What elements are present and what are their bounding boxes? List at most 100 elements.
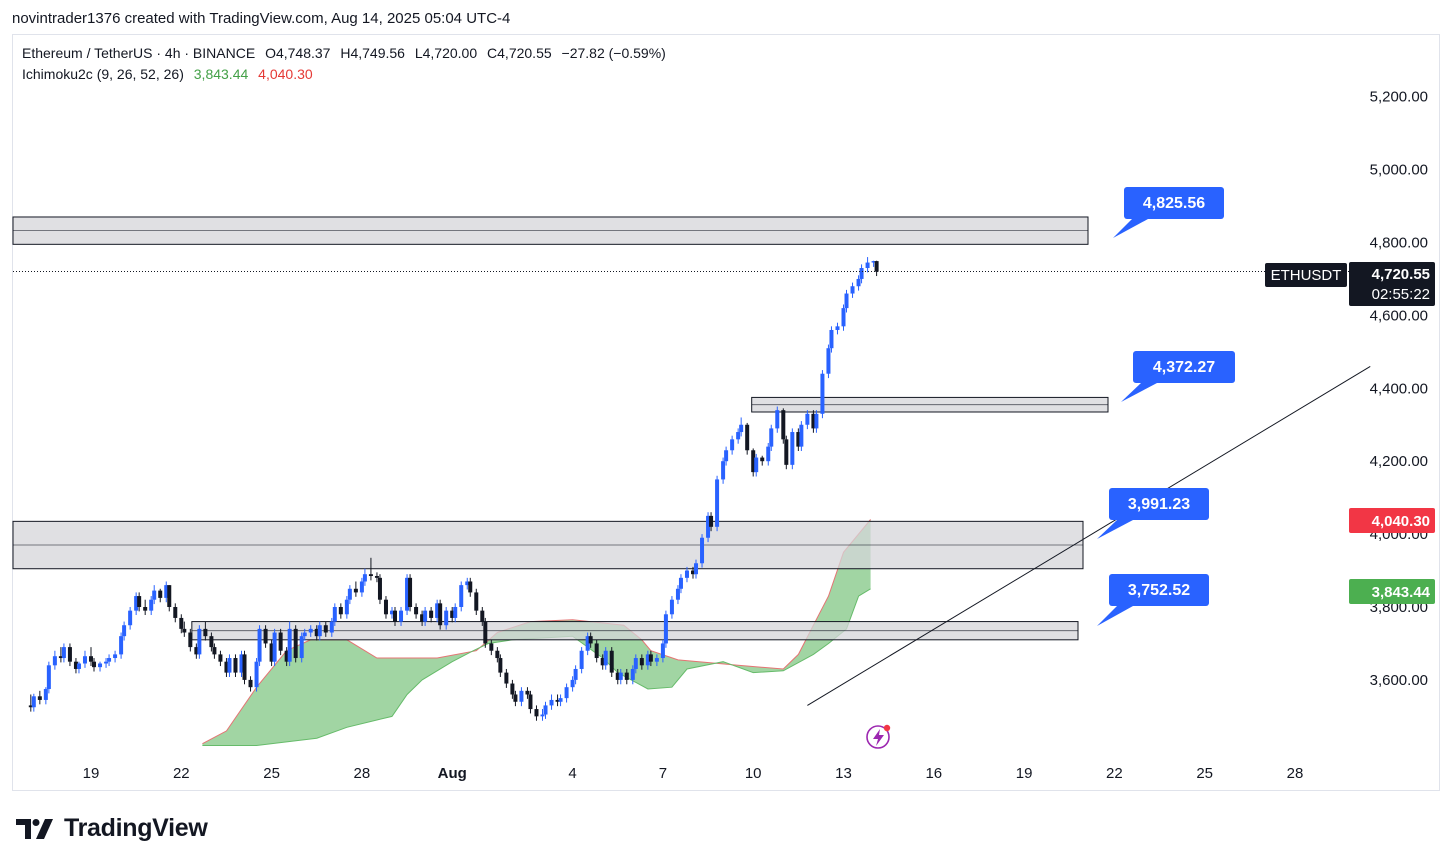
- x-tick-label: 28: [1287, 765, 1304, 782]
- x-tick-label: 19: [1016, 765, 1033, 782]
- candle-body-126: [660, 643, 665, 659]
- candle-body-91: [483, 621, 488, 644]
- candle-body-40: [227, 658, 232, 673]
- candle-body-56: [308, 628, 313, 633]
- candle-body-127: [663, 614, 668, 644]
- candle-body-158: [820, 373, 825, 414]
- candle-body-47: [263, 628, 268, 644]
- candle-body-60: [329, 621, 334, 633]
- candle-body-11: [82, 656, 87, 664]
- candle-body-102: [540, 714, 545, 717]
- candle-body-148: [769, 428, 774, 447]
- candle-body-159: [826, 348, 831, 374]
- candle-body-73: [393, 610, 398, 622]
- candle-body-36: [209, 636, 214, 648]
- candle-body-3: [43, 689, 48, 700]
- candle-body-79: [423, 610, 428, 622]
- legend-indicator-value-1: 3,843.44: [193, 66, 249, 82]
- candle-body-152: [790, 432, 795, 465]
- callout-label-2: 4,372.27: [1153, 359, 1215, 376]
- y-tick-label: 3,600.00: [1370, 672, 1428, 689]
- candle-body-23: [143, 607, 148, 611]
- candle-body-76: [408, 577, 413, 607]
- callout-pointer-1: [1113, 219, 1148, 238]
- candle-body-145: [754, 457, 759, 473]
- candle-body-44: [248, 679, 253, 688]
- callout-pointer-3: [1097, 520, 1133, 539]
- candle-body-140: [730, 439, 735, 451]
- candle-body-34: [197, 628, 202, 655]
- candle-body-50: [278, 632, 283, 651]
- candle-body-142: [739, 424, 744, 433]
- legend-indicator-name: Ichimoku2c (9, 26, 52, 26): [22, 66, 184, 82]
- candle-body-104: [549, 699, 554, 706]
- candle-body-97: [513, 694, 518, 702]
- candle-body-96: [510, 683, 515, 695]
- candle-body-100: [528, 694, 533, 710]
- candle-body-161: [835, 326, 840, 330]
- candle-body-58: [317, 625, 322, 637]
- candle-body-90: [480, 610, 485, 622]
- candle-body-124: [648, 654, 653, 662]
- x-tick-label: 4: [568, 765, 576, 782]
- candle-body-116: [609, 650, 614, 673]
- candle-body-15: [104, 661, 109, 664]
- candle-body-46: [257, 628, 262, 662]
- candle-body-169: [874, 261, 879, 272]
- candle-body-160: [829, 329, 834, 349]
- candle-body-99: [525, 690, 530, 695]
- candle-body-157: [814, 413, 819, 429]
- candle-body-149: [775, 410, 780, 429]
- x-tick-label: 16: [925, 765, 942, 782]
- bar-countdown: 02:55:22: [1372, 286, 1430, 303]
- candle-body-113: [594, 643, 599, 659]
- y-tick-label: 4,200.00: [1370, 453, 1428, 470]
- candle-body-85: [453, 607, 458, 618]
- candle-body-150: [781, 410, 786, 440]
- candle-body-137: [715, 479, 720, 527]
- candle-body-119: [624, 672, 629, 680]
- y-tick-label: 4,800.00: [1370, 235, 1428, 252]
- candle-body-115: [603, 650, 608, 666]
- candle-body-8: [67, 647, 72, 662]
- candle-body-155: [805, 413, 810, 425]
- candle-body-128: [669, 599, 674, 615]
- callout-pointer-4: [1097, 606, 1133, 626]
- candle-body-108: [570, 679, 575, 688]
- candle-body-35: [203, 628, 208, 637]
- x-tick-label: 22: [173, 765, 190, 782]
- callout-pointer-2: [1121, 383, 1157, 402]
- candle-body-143: [745, 424, 750, 451]
- candle-body-31: [182, 628, 187, 633]
- candle-body-18: [119, 636, 124, 655]
- legend-symbol: Ethereum / TetherUS · 4h · BINANCE: [22, 45, 256, 61]
- candle-body-131: [684, 570, 689, 578]
- y-tick-label: 5,200.00: [1370, 89, 1428, 106]
- candle-body-71: [383, 599, 388, 615]
- candle-body-110: [579, 650, 584, 669]
- candle-body-122: [639, 658, 644, 666]
- candle-body-28: [167, 585, 172, 607]
- candle-body-118: [618, 672, 623, 680]
- candle-body-136: [709, 515, 714, 527]
- symbol-badge-label: ETHUSDT: [1271, 267, 1342, 284]
- last-price-value: 4,720.55: [1372, 266, 1430, 283]
- candle-body-77: [414, 607, 419, 615]
- candle-body-130: [678, 577, 683, 589]
- price-chart[interactable]: 5,200.00 5,000.00 4,800.00 4,600.00 4,400.00…: [0, 0, 1453, 867]
- callout-label-1: 4,825.56: [1143, 195, 1205, 212]
- candle-body-164: [850, 286, 855, 294]
- candle-body-121: [633, 658, 638, 669]
- legend-close: C4,720.55: [487, 45, 552, 61]
- candle-body-41: [233, 658, 238, 673]
- y-tick-label: 5,000.00: [1370, 162, 1428, 179]
- candle-body-82: [438, 603, 443, 626]
- candle-body-162: [841, 308, 846, 327]
- candle-body-146: [760, 457, 765, 462]
- candle-body-43: [242, 654, 247, 680]
- candle-body-63: [344, 599, 349, 615]
- x-tick-label: 7: [659, 765, 667, 782]
- candle-body-52: [287, 628, 292, 662]
- candle-body-94: [498, 658, 503, 673]
- chart-legend-indicator[interactable]: Ichimoku2c (9, 26, 52, 26) 3,843.44 4,04…: [22, 66, 319, 82]
